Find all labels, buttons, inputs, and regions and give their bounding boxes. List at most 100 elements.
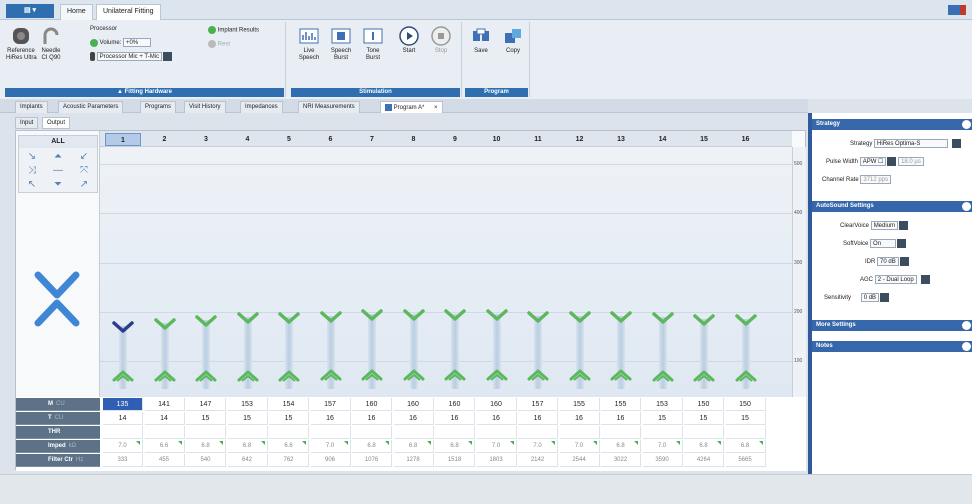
m-level-marker[interactable]	[402, 308, 426, 322]
lower-all-icon[interactable]: ⏷	[47, 178, 69, 191]
table-cell[interactable]: 160	[393, 398, 434, 411]
needle-button[interactable]: Needle CI Q90	[36, 26, 66, 62]
reference-button[interactable]: Reference HiRes Ultra	[6, 26, 37, 62]
table-cell[interactable]: 153	[227, 398, 268, 411]
m-level-marker[interactable]	[734, 313, 758, 327]
table-cell[interactable]: 16	[435, 412, 475, 425]
table-cell[interactable]: 15	[186, 412, 226, 425]
t-level-marker[interactable]	[194, 368, 218, 382]
m-level-marker[interactable]	[485, 308, 509, 322]
strategy-dropdown-icon[interactable]	[952, 139, 962, 148]
m-level-marker[interactable]	[609, 310, 633, 324]
stop-button[interactable]: Stop	[426, 26, 456, 55]
table-cell[interactable]: 14	[103, 412, 143, 425]
channel-header[interactable]: 15	[686, 133, 722, 146]
clearvoice-select[interactable]: Medium	[870, 221, 899, 230]
t-level-marker[interactable]	[111, 368, 135, 383]
t-level-marker[interactable]	[402, 367, 426, 382]
agc-select[interactable]: 2 - Dual Loop	[874, 275, 917, 284]
t-level-marker[interactable]	[319, 367, 343, 382]
collapse-icon[interactable]	[962, 120, 971, 129]
strategy-header[interactable]: Strategy	[812, 119, 972, 130]
save-button[interactable]: Save	[466, 26, 496, 55]
table-cell[interactable]: 16	[476, 412, 517, 425]
tab-acoustic-parameters[interactable]: Acoustic Parameters	[58, 101, 124, 113]
tab-output[interactable]: Output	[42, 117, 71, 129]
m-level-marker[interactable]	[360, 308, 384, 322]
t-level-marker[interactable]	[651, 368, 675, 382]
flat-icon[interactable]: —	[47, 164, 69, 177]
table-cell[interactable]: 15	[725, 412, 766, 425]
tab-input[interactable]: Input	[15, 117, 39, 129]
t-level-marker[interactable]	[734, 368, 758, 382]
tab-implants[interactable]: Implants	[15, 101, 48, 113]
m-level-marker[interactable]	[277, 311, 301, 325]
m-level-marker[interactable]	[692, 313, 716, 327]
t-level-marker[interactable]	[485, 367, 509, 382]
tab-program-a[interactable]: Program A* ×	[380, 101, 443, 113]
table-cell[interactable]: 14	[144, 412, 185, 425]
processor-dropdown-icon[interactable]	[163, 52, 173, 61]
channel-header[interactable]: 16	[728, 133, 764, 146]
m-level-marker[interactable]	[153, 317, 177, 331]
pinch-left-icon[interactable]: ⤨	[21, 164, 43, 177]
tab-programs[interactable]: Programs	[140, 101, 177, 113]
close-tab-icon[interactable]: ×	[434, 105, 438, 111]
channel-header[interactable]: 13	[603, 133, 639, 146]
tab-home[interactable]: Home	[60, 4, 93, 20]
table-cell[interactable]: 160	[476, 398, 517, 411]
channel-header[interactable]: 6	[313, 133, 349, 146]
channel-header[interactable]: 7	[354, 133, 390, 146]
t-level-marker[interactable]	[526, 367, 550, 382]
m-level-marker[interactable]	[651, 311, 675, 325]
channel-header[interactable]: 12	[562, 133, 598, 146]
copy-button[interactable]: Copy	[498, 26, 528, 55]
idr-value[interactable]: 70 dB	[877, 257, 899, 266]
tilt-left-icon[interactable]: ↘	[21, 150, 43, 163]
table-cell[interactable]: 160	[352, 398, 392, 411]
collapse-icon[interactable]	[962, 202, 971, 211]
tab-unilateral-fitting[interactable]: Unilateral Fitting	[96, 4, 161, 20]
t-level-marker[interactable]	[692, 368, 716, 382]
m-level-marker[interactable]	[111, 320, 135, 334]
table-cell[interactable]: 154	[269, 398, 309, 411]
m-level-marker[interactable]	[319, 310, 343, 324]
table-cell[interactable]: 16	[518, 412, 558, 425]
t-level-marker[interactable]	[443, 367, 467, 382]
table-cell[interactable]: 15	[269, 412, 309, 425]
tilt-right-icon[interactable]: ↙	[73, 150, 95, 163]
table-cell[interactable]: 157	[518, 398, 558, 411]
agc-dropdown-icon[interactable]	[920, 275, 930, 284]
strategy-select[interactable]: HiRes Optima-S	[874, 139, 949, 148]
more-settings-header[interactable]: More Settings	[812, 320, 972, 331]
table-cell[interactable]: 15	[227, 412, 268, 425]
spread-left-icon[interactable]: ↖	[21, 178, 43, 191]
t-level-marker[interactable]	[568, 367, 592, 382]
volume-input[interactable]: +0%	[123, 38, 152, 47]
m-level-marker[interactable]	[526, 310, 550, 324]
idr-spinner-icon[interactable]	[899, 257, 909, 266]
t-level-marker[interactable]	[236, 368, 260, 382]
table-cell[interactable]: 15	[642, 412, 683, 425]
softvoice-select[interactable]: On	[870, 239, 897, 248]
m-level-marker[interactable]	[194, 314, 218, 328]
window-controls[interactable]	[948, 5, 966, 15]
clearvoice-dropdown-icon[interactable]	[899, 221, 909, 230]
expand-icon[interactable]	[962, 321, 971, 330]
table-cell[interactable]: 16	[310, 412, 351, 425]
channel-header[interactable]: 3	[188, 133, 224, 146]
t-level-marker[interactable]	[153, 368, 177, 383]
tab-visit-history[interactable]: Visit History	[184, 101, 226, 113]
table-cell[interactable]: 15	[684, 412, 724, 425]
t-level-marker[interactable]	[609, 367, 633, 382]
table-cell[interactable]: 150	[725, 398, 766, 411]
start-button[interactable]: Start	[394, 26, 424, 55]
table-cell[interactable]: 135	[103, 398, 143, 411]
tab-impedances[interactable]: Impedances	[240, 101, 283, 113]
tab-nri-measurements[interactable]: NRI Measurements	[298, 101, 360, 113]
implant-results-row[interactable]: Implant Results	[208, 26, 259, 34]
autosound-header[interactable]: AutoSound Settings	[812, 201, 972, 212]
table-cell[interactable]: 16	[352, 412, 392, 425]
table-cell[interactable]: 155	[559, 398, 600, 411]
softvoice-dropdown-icon[interactable]	[897, 239, 907, 248]
